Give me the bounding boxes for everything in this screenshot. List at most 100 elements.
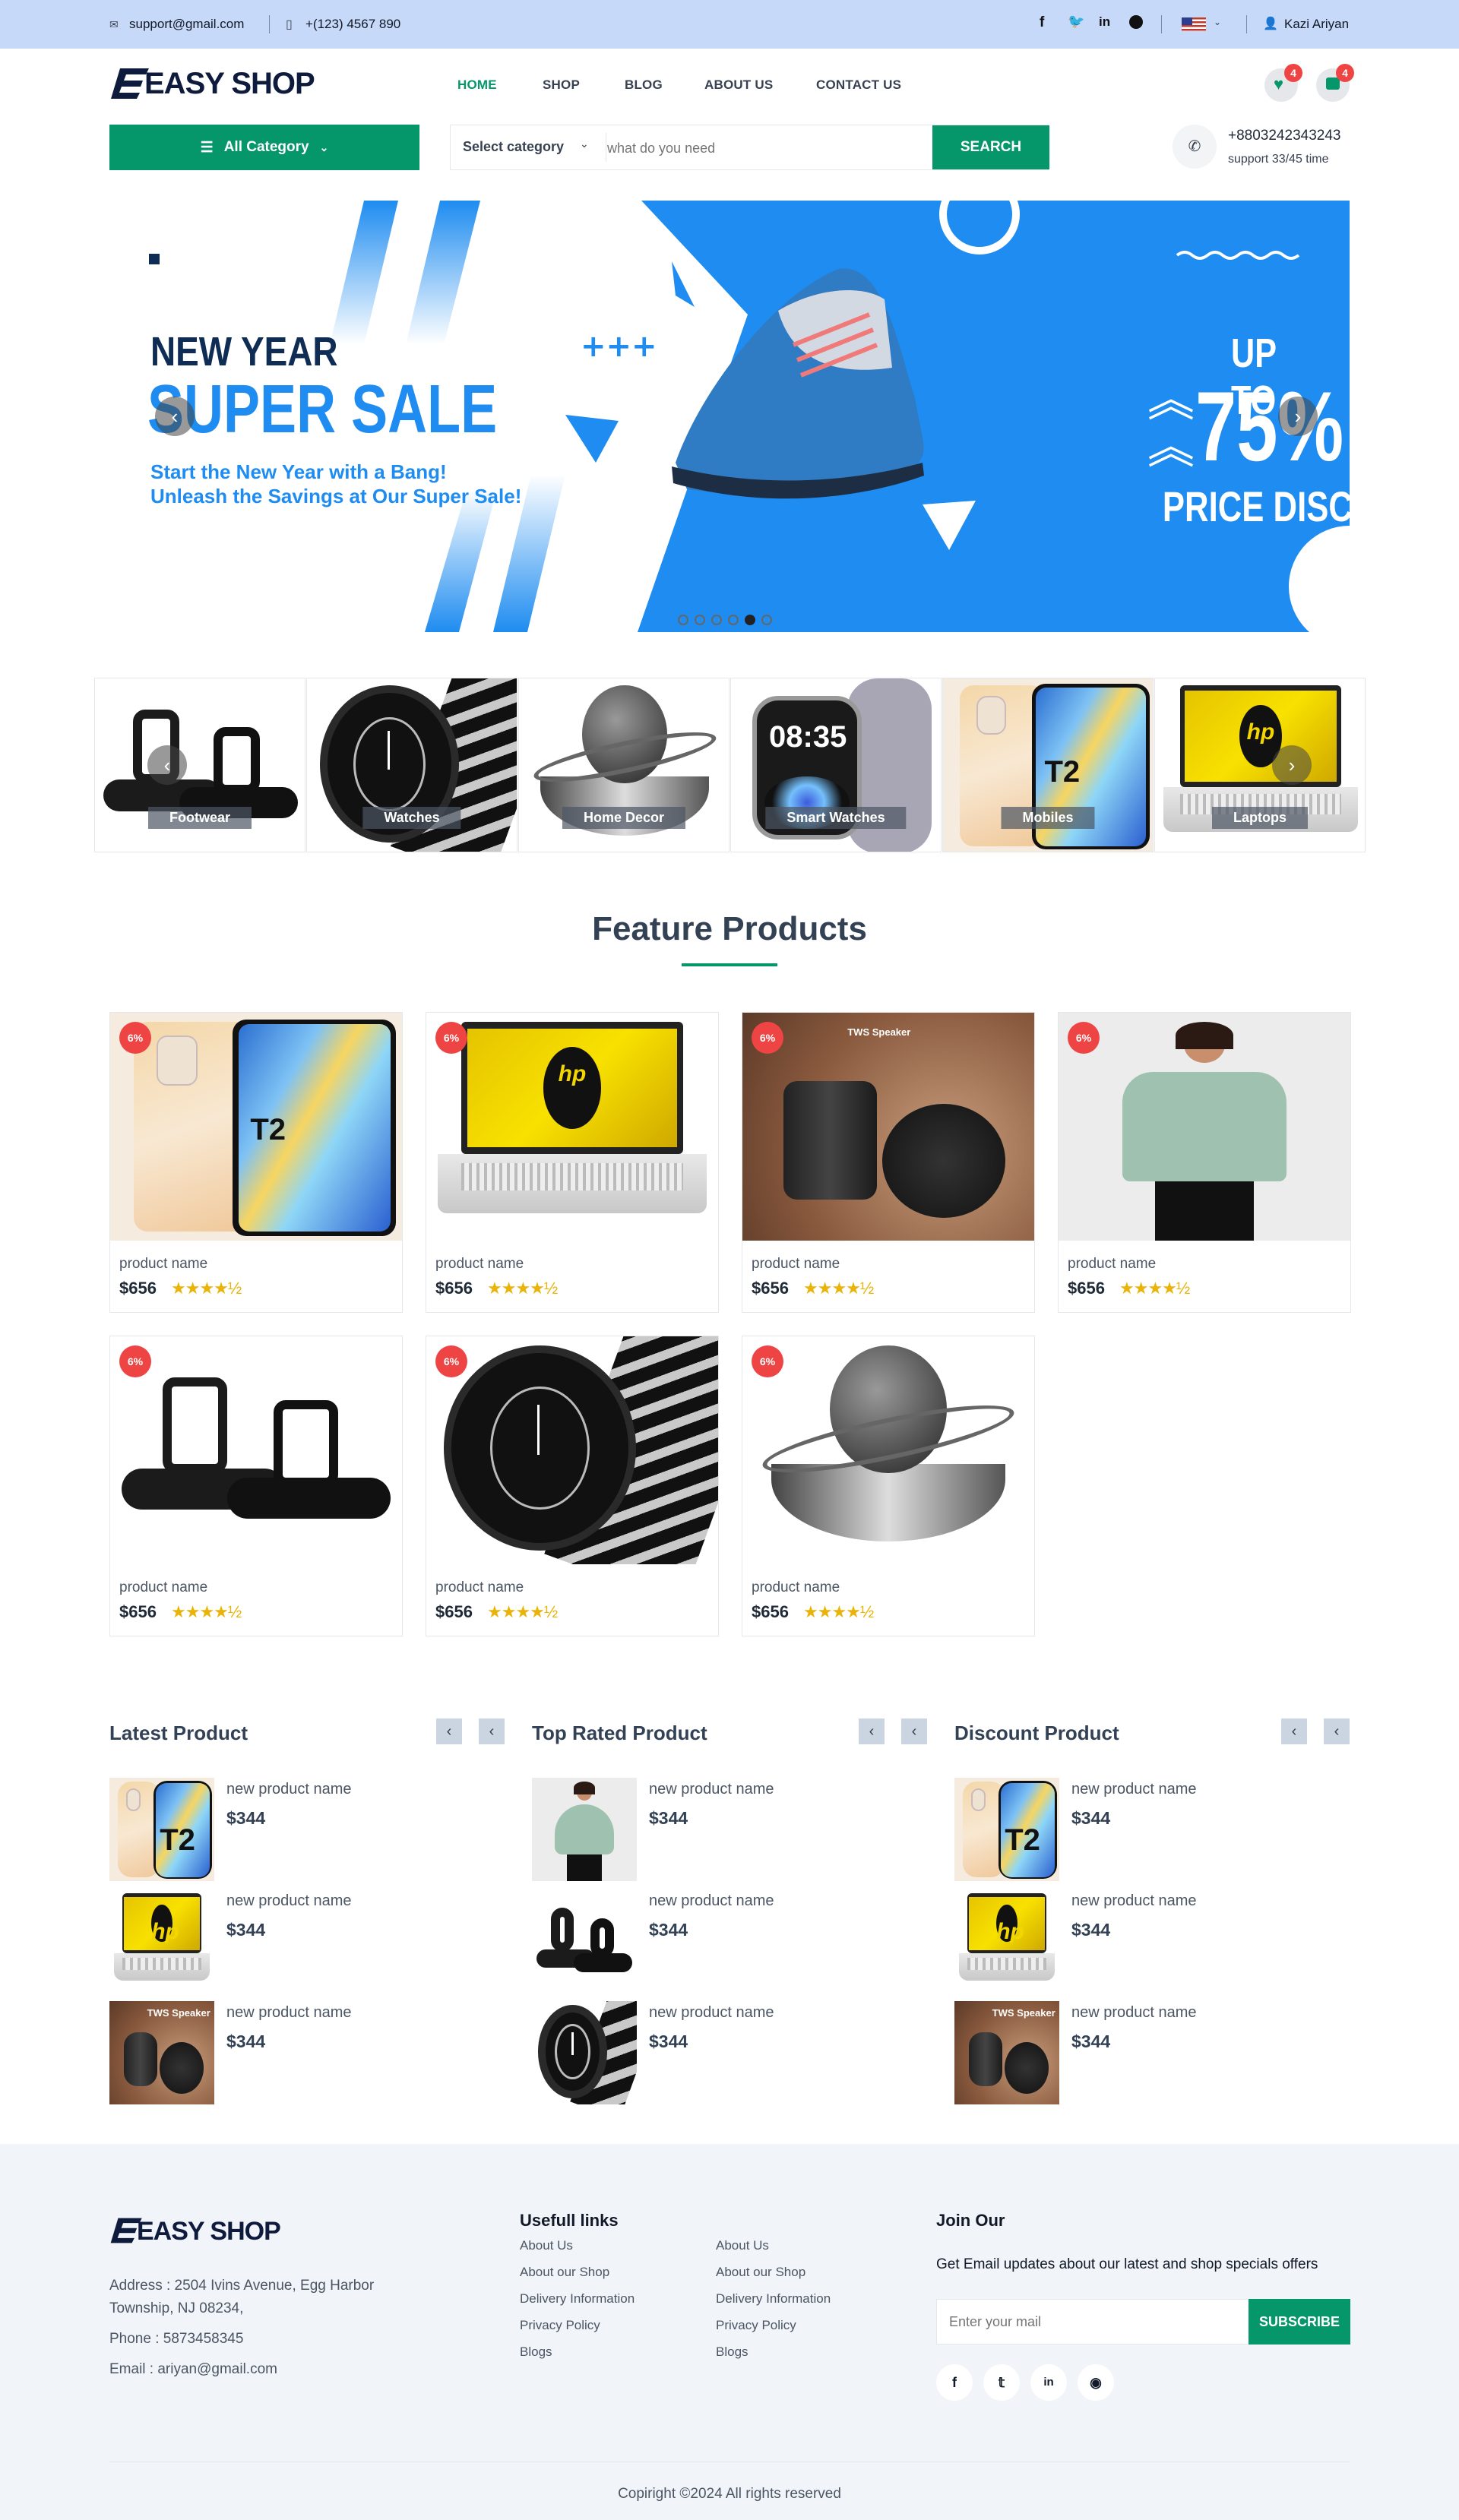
product-image[interactable]: TWS Speaker bbox=[742, 1013, 1034, 1241]
github-icon[interactable]: ◉ bbox=[1078, 2364, 1114, 2401]
search-input[interactable] bbox=[607, 134, 904, 162]
list-item[interactable]: new product name $344 bbox=[532, 1889, 927, 1996]
banner-prev-button[interactable]: ‹ bbox=[155, 397, 195, 436]
product-image[interactable] bbox=[426, 1336, 718, 1564]
list-item-name[interactable]: new product name bbox=[1071, 2004, 1197, 2022]
category-card-mobiles[interactable]: T2 Mobiles bbox=[942, 678, 1154, 852]
list-next-button[interactable]: ‹ bbox=[901, 1718, 927, 1744]
product-name[interactable]: product name bbox=[435, 1579, 524, 1596]
cart-button[interactable]: 4 bbox=[1316, 64, 1354, 102]
wishlist-button[interactable]: ♥ 4 bbox=[1264, 64, 1302, 102]
list-item[interactable]: T2 new product name $344 bbox=[954, 1778, 1350, 1884]
product-name[interactable]: product name bbox=[1068, 1256, 1156, 1273]
list-item-name[interactable]: new product name bbox=[226, 1781, 352, 1798]
list-item-image[interactable]: hp bbox=[109, 1889, 214, 1993]
list-item-name[interactable]: new product name bbox=[226, 1892, 352, 1910]
product-card[interactable]: 6% product name $656 ★★★★½ bbox=[426, 1336, 719, 1636]
facebook-icon[interactable]: f bbox=[936, 2364, 973, 2401]
list-item-name[interactable]: new product name bbox=[649, 1892, 774, 1910]
product-image[interactable] bbox=[110, 1336, 402, 1564]
list-item-image[interactable]: hp bbox=[954, 1889, 1059, 1993]
chevron-down-icon[interactable]: ⌄ bbox=[1214, 17, 1221, 27]
category-card-smart-watches[interactable]: 08:35 Smart Watches bbox=[730, 678, 942, 852]
nav-shop[interactable]: SHOP bbox=[543, 77, 580, 93]
us-flag-icon[interactable] bbox=[1182, 17, 1206, 31]
user-name[interactable]: Kazi Ariyan bbox=[1284, 17, 1349, 32]
dot[interactable] bbox=[711, 615, 722, 625]
list-item[interactable]: hp new product name $344 bbox=[109, 1889, 505, 1996]
footer-link[interactable]: About our Shop bbox=[520, 2265, 609, 2280]
list-item[interactable]: new product name $344 bbox=[532, 1778, 927, 1884]
footer-link[interactable]: Blogs bbox=[716, 2345, 748, 2360]
list-item[interactable]: T2 new product name $344 bbox=[109, 1778, 505, 1884]
product-image[interactable]: hp bbox=[426, 1013, 718, 1241]
list-item-image[interactable] bbox=[532, 1778, 637, 1881]
search-button[interactable]: SEARCH bbox=[932, 125, 1049, 169]
dot[interactable] bbox=[695, 615, 705, 625]
list-item[interactable]: hp new product name $344 bbox=[954, 1889, 1350, 1996]
category-select[interactable]: Select category bbox=[463, 139, 564, 155]
list-next-button[interactable]: ‹ bbox=[1324, 1718, 1350, 1744]
list-item-name[interactable]: new product name bbox=[1071, 1781, 1197, 1798]
footer-link[interactable]: Blogs bbox=[520, 2345, 552, 2360]
footer-link[interactable]: Delivery Information bbox=[716, 2291, 831, 2307]
product-card[interactable]: hp 6% product name $656 ★★★★½ bbox=[426, 1012, 719, 1313]
list-next-button[interactable]: ‹ bbox=[479, 1718, 505, 1744]
hero-banner[interactable]: +++ NEW YEAR SUPER SALE Start the New Ye… bbox=[109, 201, 1350, 632]
list-item-name[interactable]: new product name bbox=[649, 1781, 774, 1798]
list-item[interactable]: TWS Speaker new product name $344 bbox=[109, 2001, 505, 2107]
list-item-image[interactable] bbox=[532, 2001, 637, 2104]
category-card-watches[interactable]: Watches bbox=[306, 678, 517, 852]
list-item-image[interactable] bbox=[532, 1889, 637, 1993]
product-image[interactable] bbox=[742, 1336, 1034, 1564]
subscribe-button[interactable]: SUBSCRIBE bbox=[1249, 2299, 1350, 2345]
product-card[interactable]: 6% product name $656 ★★★★½ bbox=[742, 1336, 1035, 1636]
footer-link[interactable]: Privacy Policy bbox=[520, 2318, 600, 2333]
banner-next-button[interactable]: › bbox=[1278, 397, 1318, 436]
category-card-home-decor[interactable]: Home Decor bbox=[518, 678, 730, 852]
dot-active[interactable] bbox=[745, 615, 755, 625]
list-item-name[interactable]: new product name bbox=[1071, 1892, 1197, 1910]
nav-blog[interactable]: BLOG bbox=[625, 77, 663, 93]
twitter-icon[interactable]: 🐦 bbox=[1068, 14, 1084, 30]
all-category-button[interactable]: ☰ All Category ⌄ bbox=[109, 125, 419, 170]
footer-link[interactable]: About our Shop bbox=[716, 2265, 805, 2280]
facebook-icon[interactable]: f bbox=[1040, 14, 1044, 31]
nav-contact[interactable]: CONTACT US bbox=[816, 77, 901, 93]
product-card[interactable]: TWS Speaker 6% product name $656 ★★★★½ bbox=[742, 1012, 1035, 1313]
product-name[interactable]: product name bbox=[119, 1256, 207, 1273]
product-image[interactable]: T2 bbox=[110, 1013, 402, 1241]
product-card[interactable]: 6% product name $656 ★★★★½ bbox=[109, 1336, 403, 1636]
footer-link[interactable]: Delivery Information bbox=[520, 2291, 635, 2307]
list-prev-button[interactable]: ‹ bbox=[1281, 1718, 1307, 1744]
footer-logo-text[interactable]: EASY SHOP bbox=[137, 2217, 281, 2246]
footer-link[interactable]: Privacy Policy bbox=[716, 2318, 796, 2333]
list-prev-button[interactable]: ‹ bbox=[859, 1718, 885, 1744]
github-icon[interactable] bbox=[1129, 15, 1143, 29]
category-next-button[interactable]: › bbox=[1272, 745, 1312, 785]
product-card[interactable]: T2 6% product name $656 ★★★★½ bbox=[109, 1012, 403, 1313]
list-item-image[interactable]: T2 bbox=[954, 1778, 1059, 1881]
category-card-footwear[interactable]: Footwear bbox=[94, 678, 305, 852]
twitter-icon[interactable]: 𝕥 bbox=[983, 2364, 1020, 2401]
support-phone-top[interactable]: +(123) 4567 890 bbox=[305, 17, 400, 32]
list-item-image[interactable]: TWS Speaker bbox=[109, 2001, 214, 2104]
nav-home[interactable]: HOME bbox=[457, 77, 497, 93]
list-item-name[interactable]: new product name bbox=[649, 2004, 774, 2022]
product-name[interactable]: product name bbox=[752, 1256, 840, 1273]
newsletter-email-input[interactable] bbox=[949, 2310, 1223, 2333]
product-name[interactable]: product name bbox=[435, 1256, 524, 1273]
product-image[interactable] bbox=[1059, 1013, 1350, 1241]
footer-link[interactable]: About Us bbox=[716, 2238, 769, 2253]
list-item[interactable]: TWS Speaker new product name $344 bbox=[954, 2001, 1350, 2107]
list-item[interactable]: new product name $344 bbox=[532, 2001, 927, 2107]
category-prev-button[interactable]: ‹ bbox=[147, 745, 187, 785]
support-email[interactable]: support@gmail.com bbox=[129, 17, 244, 32]
product-name[interactable]: product name bbox=[752, 1579, 840, 1596]
product-card[interactable]: 6% product name $656 ★★★★½ bbox=[1058, 1012, 1351, 1313]
nav-about[interactable]: ABOUT US bbox=[704, 77, 773, 93]
linkedin-icon[interactable]: in bbox=[1099, 14, 1110, 30]
list-item-name[interactable]: new product name bbox=[226, 2004, 352, 2022]
linkedin-icon[interactable]: in bbox=[1030, 2364, 1067, 2401]
dot[interactable] bbox=[761, 615, 772, 625]
